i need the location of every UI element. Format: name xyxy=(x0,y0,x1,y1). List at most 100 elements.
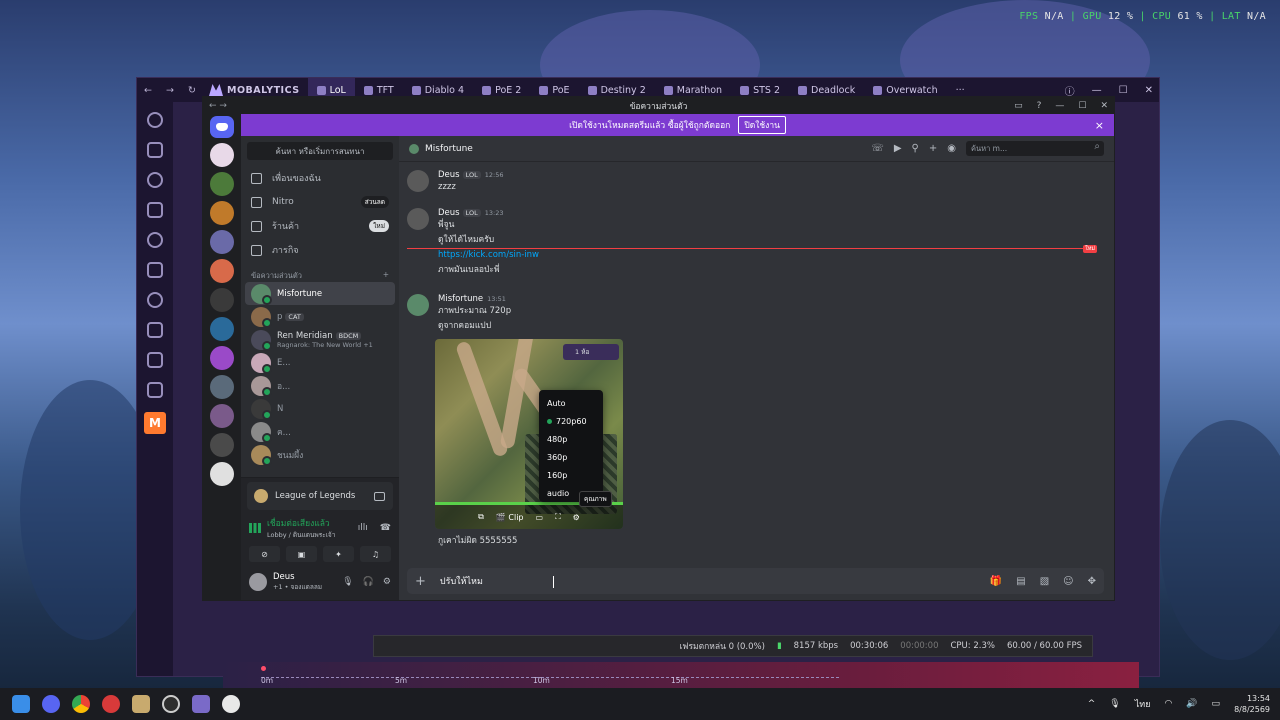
quality-option[interactable]: 160p xyxy=(539,466,603,484)
refresh-icon[interactable]: ↻ xyxy=(181,85,203,96)
maximize-icon[interactable]: ☐ xyxy=(1119,85,1128,96)
profile-icon[interactable] xyxy=(147,172,163,188)
message-composer[interactable]: + ปรับให้ไหม 🎁 ▤ ▧ ☺ ✥ xyxy=(407,568,1104,594)
nav-friends[interactable]: เพื่อนของฉัน xyxy=(241,166,399,190)
video-icon[interactable] xyxy=(147,202,163,218)
wifi-icon[interactable]: ◠ xyxy=(1164,699,1172,709)
gif-icon[interactable]: ▤ xyxy=(1016,576,1025,587)
discord-taskbar-icon[interactable] xyxy=(42,695,60,713)
server-icon[interactable] xyxy=(210,375,234,399)
fullscreen-icon[interactable]: ⛶ xyxy=(555,512,561,522)
screen-share-button[interactable]: ▣ xyxy=(286,546,317,562)
forward-icon[interactable]: → xyxy=(159,85,181,96)
server-icon[interactable] xyxy=(210,259,234,283)
dm-item[interactable]: N xyxy=(245,397,395,420)
playhead-marker[interactable] xyxy=(261,666,266,671)
server-icon[interactable] xyxy=(210,346,234,370)
volume-icon[interactable]: 🔊 xyxy=(1186,699,1197,709)
avatar[interactable] xyxy=(407,208,429,230)
fingerprint-icon[interactable] xyxy=(147,232,163,248)
message-link[interactable]: https://kick.com/sin-inw xyxy=(438,250,539,260)
battery-icon[interactable]: ▭ xyxy=(1212,699,1221,709)
avatar[interactable] xyxy=(407,170,429,192)
activities-button[interactable]: ✦ xyxy=(323,546,354,562)
apps-icon[interactable]: ✥ xyxy=(1088,576,1096,587)
profile-icon[interactable]: ◉ xyxy=(947,143,956,154)
mobalytics-app-badge[interactable]: M xyxy=(144,412,166,434)
create-dm-button[interactable]: + xyxy=(383,270,389,282)
banner-close-icon[interactable]: × xyxy=(1095,119,1104,132)
quality-option[interactable]: Auto xyxy=(539,394,603,412)
nav-nitro[interactable]: Nitro ส่วนลด xyxy=(241,190,399,214)
attach-plus-icon[interactable]: + xyxy=(415,574,426,589)
server-icon[interactable] xyxy=(210,288,234,312)
minimize-icon[interactable]: — xyxy=(1092,85,1102,96)
nav-arrows-icon[interactable]: ← → xyxy=(209,101,227,111)
league-icon[interactable] xyxy=(132,695,150,713)
book-icon[interactable] xyxy=(147,352,163,368)
headset-icon[interactable] xyxy=(147,292,163,308)
discord-home-icon[interactable] xyxy=(210,116,234,138)
clock[interactable]: 13:54 8/8/2569 xyxy=(1234,693,1270,715)
history-icon[interactable] xyxy=(147,112,163,128)
inbox-icon[interactable]: ▭ xyxy=(1014,101,1023,111)
mobalytics-logo[interactable]: MOBALYTICS xyxy=(209,84,300,96)
server-icon[interactable] xyxy=(210,404,234,428)
mobalytics-icon[interactable] xyxy=(192,695,210,713)
nav-shop[interactable]: ร้านค้า ใหม่ xyxy=(241,214,399,238)
find-conversation-button[interactable]: ค้นหา หรือเริ่มการสนทนา xyxy=(247,142,393,160)
dm-item[interactable]: ค... xyxy=(245,420,395,443)
tray-chevron-icon[interactable]: ^ xyxy=(1088,699,1096,709)
server-icon[interactable] xyxy=(210,201,234,225)
close-icon[interactable]: ✕ xyxy=(1100,101,1108,111)
camera-off-button[interactable]: ⊘ xyxy=(249,546,280,562)
server-icon[interactable] xyxy=(210,172,234,196)
add-friend-icon[interactable]: + xyxy=(929,143,937,154)
maximize-icon[interactable]: ☐ xyxy=(1078,101,1086,111)
headphones-icon[interactable]: 🎧 xyxy=(363,577,374,587)
voice-status[interactable]: เชื่อมต่อเสียงแล้ว xyxy=(267,519,330,529)
video-call-icon[interactable]: ▶ xyxy=(894,143,902,154)
dm-item[interactable]: อ... xyxy=(245,374,395,397)
shield-icon[interactable] xyxy=(147,322,163,338)
puzzle-icon[interactable] xyxy=(147,262,163,278)
microphone-tray-icon[interactable]: 🎙 xyxy=(1109,699,1120,709)
trophy-icon[interactable] xyxy=(147,382,163,398)
game-activity[interactable]: League of Legends xyxy=(247,482,393,510)
dm-item[interactable]: Ren Meridian BDCM Ragnarok: The New World … xyxy=(245,328,395,351)
nav-quests[interactable]: ภารกิจ xyxy=(241,238,399,262)
pin-icon[interactable]: ⚲ xyxy=(912,143,919,154)
quality-settings-icon[interactable]: ⚙ xyxy=(573,513,580,522)
app-icon[interactable] xyxy=(222,695,240,713)
message-input[interactable]: ปรับให้ไหม xyxy=(440,574,483,588)
dm-item[interactable]: Misfortune xyxy=(245,282,395,305)
apps-grid-icon[interactable] xyxy=(147,142,163,158)
server-icon[interactable] xyxy=(210,317,234,341)
dm-item[interactable]: E... xyxy=(245,351,395,374)
settings-gear-icon[interactable]: ⚙ xyxy=(383,577,391,587)
sticker-icon[interactable]: ▧ xyxy=(1040,576,1049,587)
soundboard-button[interactable]: ♫ xyxy=(360,546,391,562)
minimize-icon[interactable]: — xyxy=(1055,101,1064,111)
voice-call-icon[interactable]: ☏ xyxy=(871,143,884,154)
close-icon[interactable]: ✕ xyxy=(1145,85,1153,96)
language-indicator[interactable]: ไทย xyxy=(1135,697,1151,711)
back-icon[interactable]: ← xyxy=(137,85,159,96)
noise-suppression-icon[interactable]: ıllı xyxy=(358,523,368,533)
gift-icon[interactable]: 🎁 xyxy=(990,576,1002,587)
stream-share-icon[interactable] xyxy=(374,491,385,501)
obs-icon[interactable] xyxy=(162,695,180,713)
quality-option-selected[interactable]: 720p60 xyxy=(539,412,603,430)
quality-option[interactable]: 360p xyxy=(539,448,603,466)
start-icon[interactable] xyxy=(12,695,30,713)
help-icon[interactable]: ? xyxy=(1037,101,1042,111)
pip-icon[interactable]: ⧉ xyxy=(478,512,484,522)
emoji-icon[interactable]: ☺ xyxy=(1063,576,1073,587)
server-icon[interactable] xyxy=(210,230,234,254)
avatar[interactable] xyxy=(249,573,267,591)
chrome-icon[interactable] xyxy=(72,695,90,713)
server-icon[interactable] xyxy=(210,433,234,457)
theater-icon[interactable]: ▭ xyxy=(536,513,544,522)
app-icon[interactable] xyxy=(102,695,120,713)
disable-streamer-mode-button[interactable]: ปิดใช้งาน xyxy=(738,116,786,134)
